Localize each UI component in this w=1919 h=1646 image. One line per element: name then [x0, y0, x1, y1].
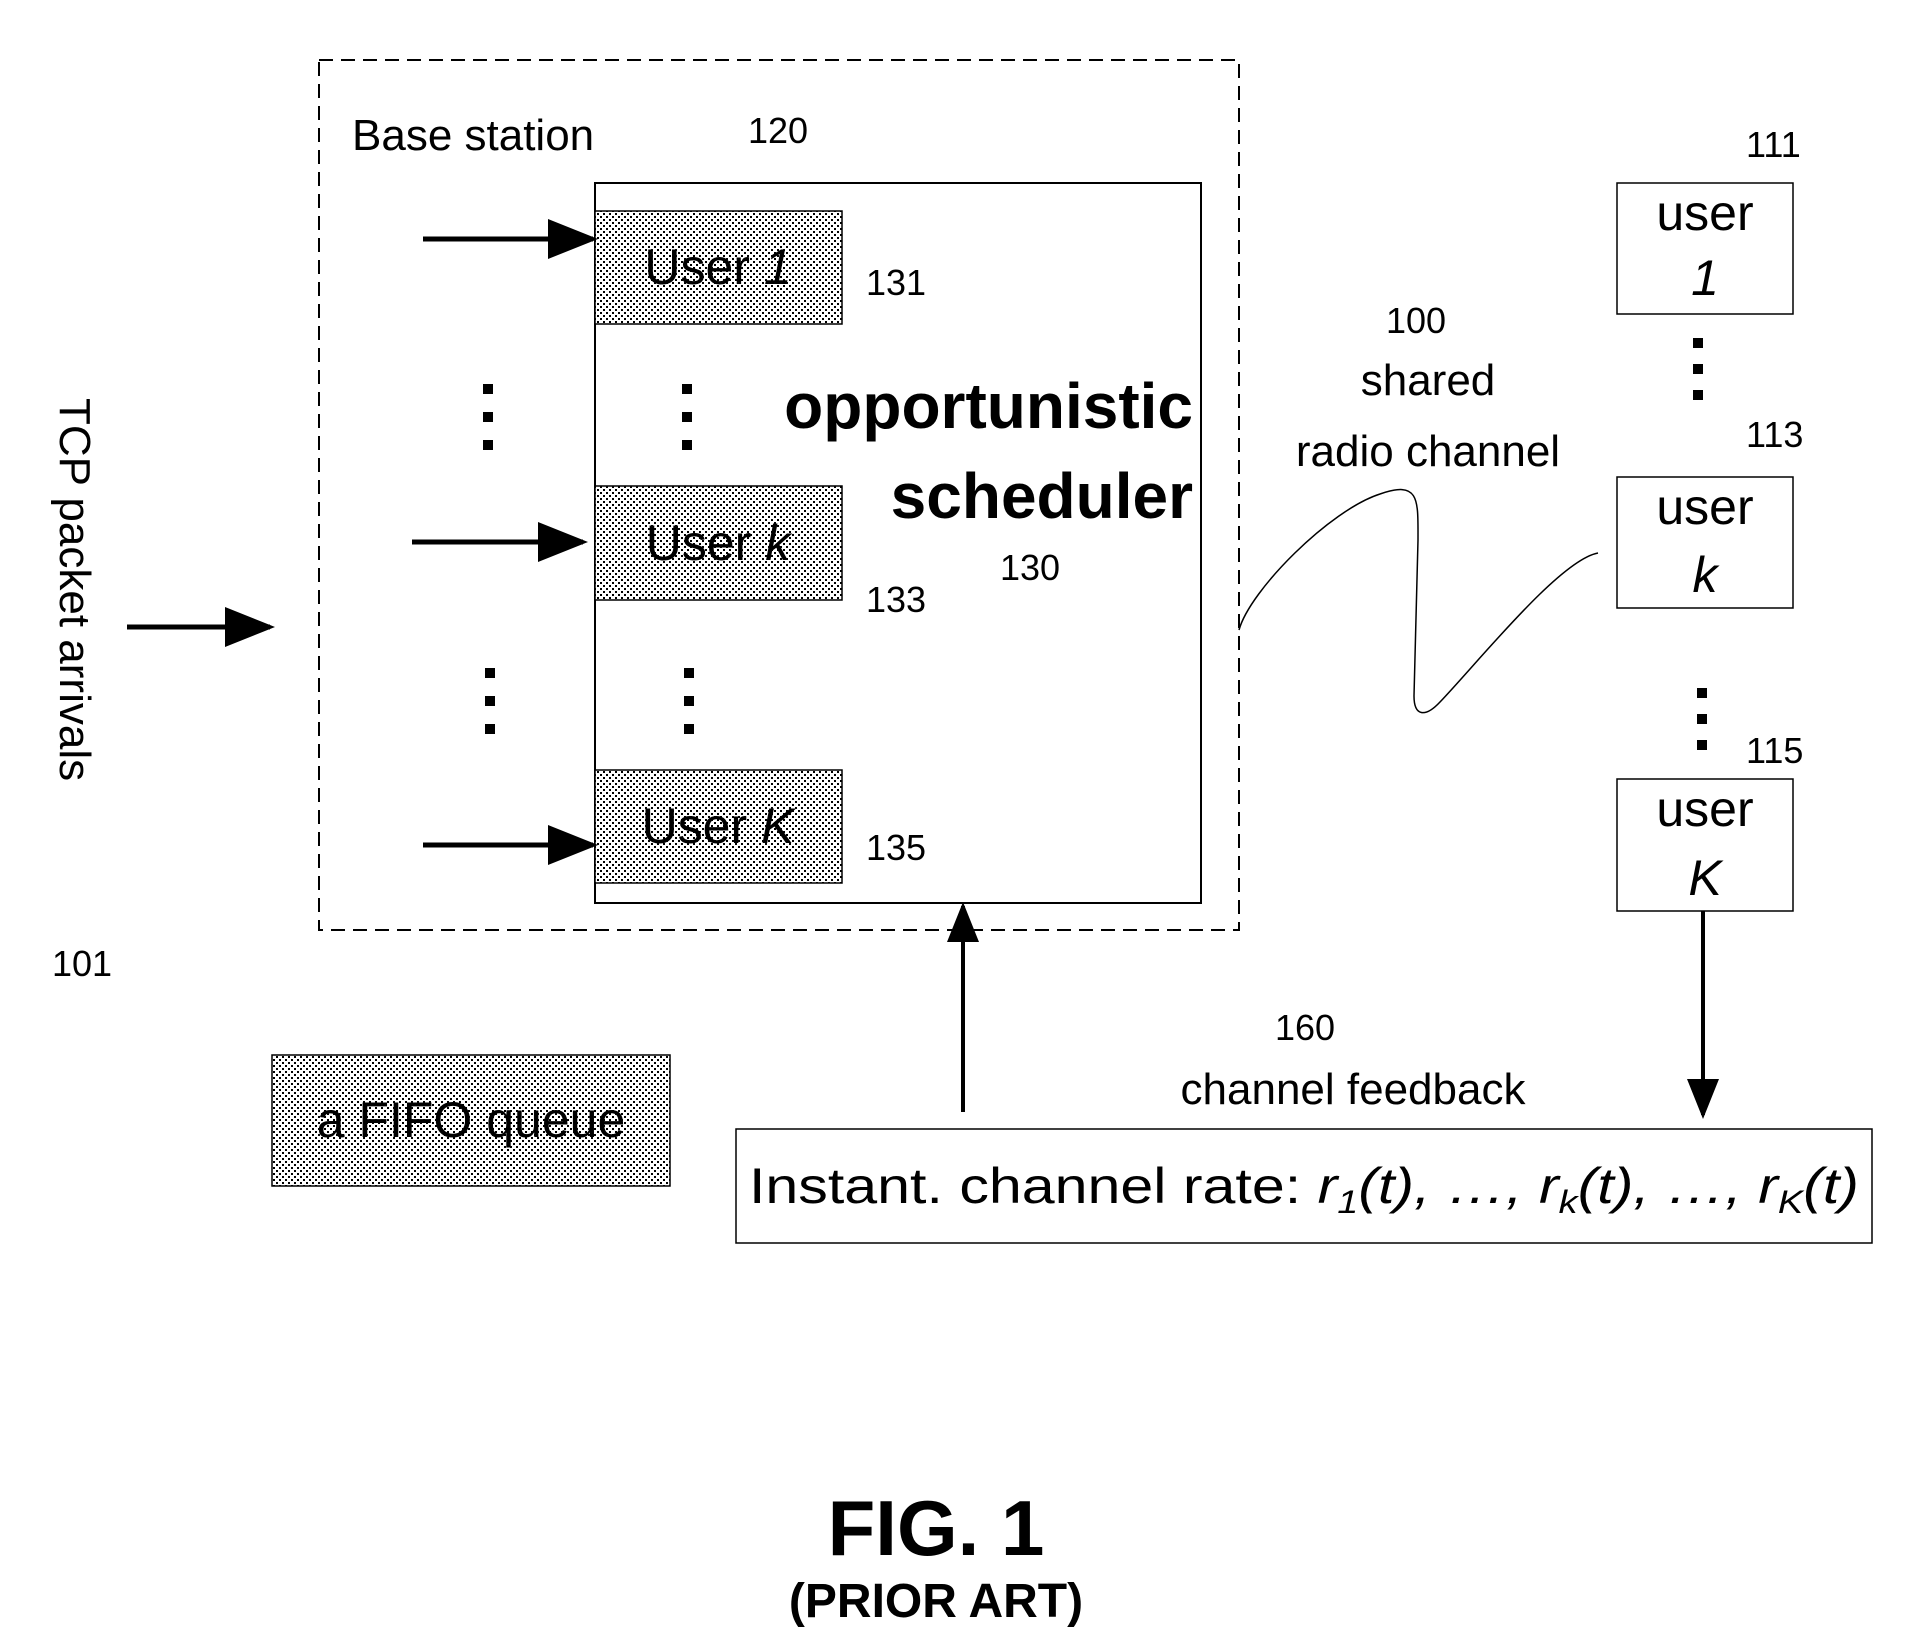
user-k-ref: 113	[1746, 414, 1803, 455]
queue-user-1-ref: 131	[866, 262, 926, 303]
arrivals-label: TCP packet arrivals	[50, 398, 99, 781]
user-K-ref: 115	[1746, 730, 1803, 771]
user-1-ref: 111	[1746, 124, 1801, 165]
scheduler-label-line2: scheduler	[891, 460, 1193, 532]
user-terminal-1-index: 1	[1691, 250, 1719, 306]
queue-user-K-ref: 135	[866, 827, 926, 868]
channel-rate-text: Instant. channel rate: r1(t), …, rk(t), …	[749, 1158, 1859, 1220]
base-station-ref: 120	[748, 110, 808, 151]
legend-fifo-label: a FIFO queue	[317, 1092, 626, 1148]
channel-label-line2: radio channel	[1296, 427, 1560, 476]
queue-user-1-label: User 1	[644, 239, 791, 295]
user-terminal-1-label: user	[1656, 185, 1753, 241]
feedback-ref: 160	[1275, 1007, 1335, 1048]
figure-canvas: Base station 120 opportunistic scheduler…	[50, 59, 1873, 1628]
ellipsis-inner-lower	[684, 668, 694, 734]
scheduler-label-line1: opportunistic	[784, 370, 1193, 442]
user-terminal-k-label: user	[1656, 479, 1753, 535]
scheduler-ref: 130	[1000, 547, 1060, 588]
base-station-label: Base station	[352, 111, 594, 160]
radio-channel-wave	[1238, 488, 1599, 714]
user-terminal-K-index: K	[1688, 850, 1724, 906]
ellipsis-users-upper	[1693, 338, 1703, 400]
user-terminal-K-label: user	[1656, 781, 1753, 837]
queue-user-k-ref: 133	[866, 579, 926, 620]
ellipsis-left-lower	[485, 668, 495, 734]
figure-subtitle: (PRIOR ART)	[789, 1575, 1083, 1628]
user-terminal-k-index: k	[1693, 547, 1721, 603]
channel-label-line1: shared	[1361, 356, 1496, 405]
arrivals-ref: 101	[52, 943, 112, 984]
queue-user-k-label: User k	[646, 515, 793, 571]
ellipsis-inner-upper	[682, 384, 692, 450]
channel-ref: 100	[1386, 300, 1446, 341]
ellipsis-left-upper	[483, 384, 493, 450]
queue-user-K-label: User K	[642, 798, 797, 854]
feedback-label: channel feedback	[1181, 1065, 1527, 1114]
ellipsis-users-lower	[1697, 688, 1707, 750]
figure-title: FIG. 1	[828, 1484, 1045, 1572]
